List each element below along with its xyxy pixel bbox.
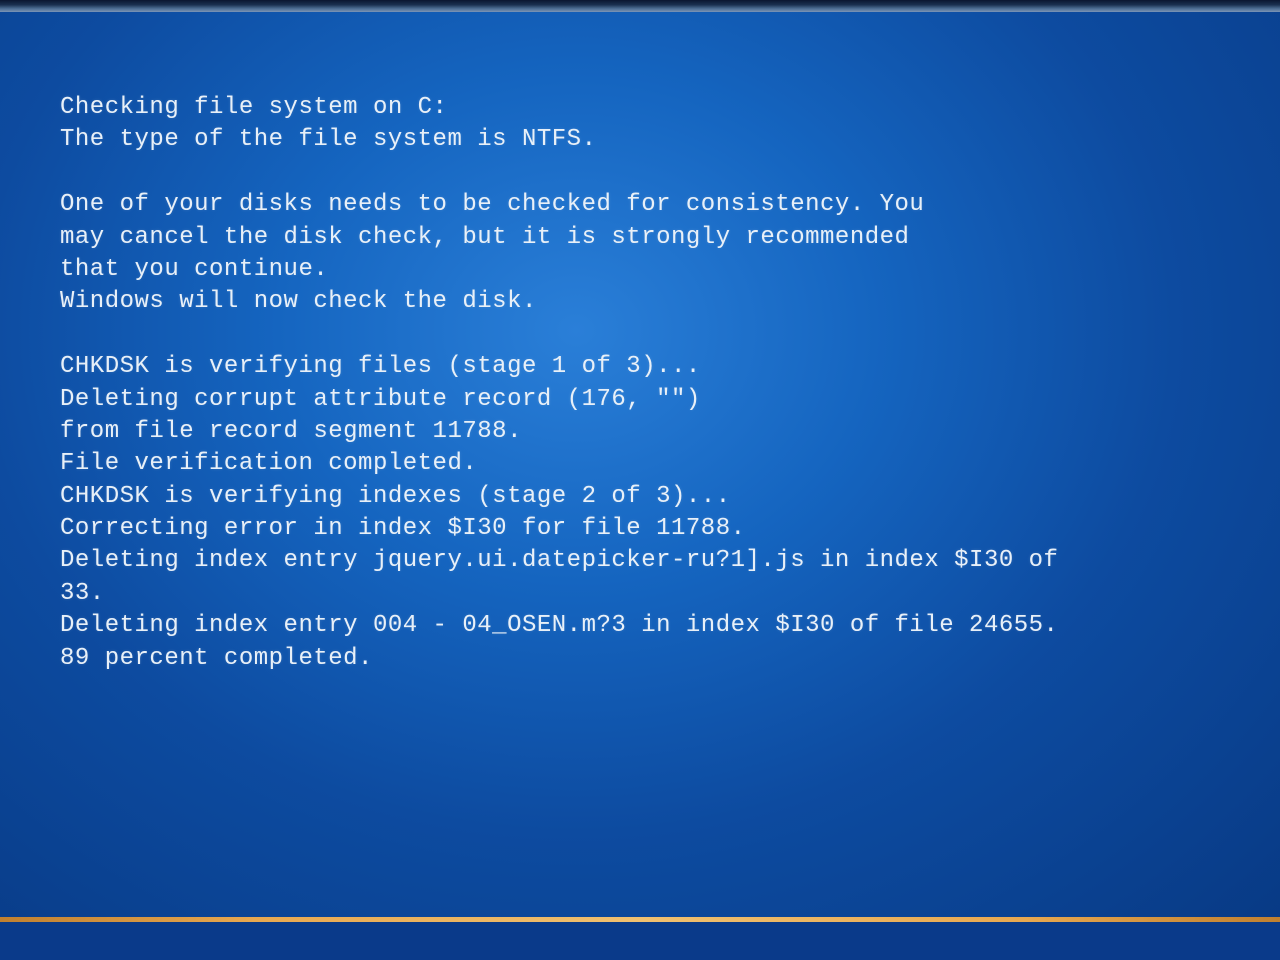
- chkdsk-delete-attr-line: Deleting corrupt attribute record (176, …: [60, 384, 1220, 416]
- chkdsk-verification-done-line: File verification completed.: [60, 448, 1220, 480]
- screen-bottom-edge: [0, 922, 1280, 960]
- chkdsk-fs-type-line: The type of the file system is NTFS.: [60, 124, 1220, 156]
- chkdsk-from-segment-line: from file record segment 11788.: [60, 416, 1220, 448]
- chkdsk-warning-line: One of your disks needs to be checked fo…: [60, 189, 1220, 221]
- chkdsk-stage1-line: CHKDSK is verifying files (stage 1 of 3)…: [60, 351, 1220, 383]
- blank-line: [60, 157, 1220, 189]
- chkdsk-header-line: Checking file system on C:: [60, 92, 1220, 124]
- chkdsk-warning-line: may cancel the disk check, but it is str…: [60, 222, 1220, 254]
- chkdsk-stage2-line: CHKDSK is verifying indexes (stage 2 of …: [60, 481, 1220, 513]
- chkdsk-delete-index-line: Deleting index entry 004 - 04_OSEN.m?3 i…: [60, 610, 1220, 642]
- chkdsk-delete-index-line: Deleting index entry jquery.ui.datepicke…: [60, 545, 1220, 577]
- blank-line: [60, 319, 1220, 351]
- screen-top-edge: [0, 0, 1280, 12]
- chkdsk-delete-index-line: 33.: [60, 578, 1220, 610]
- chkdsk-warning-line: that you continue.: [60, 254, 1220, 286]
- chkdsk-percent-line: 89 percent completed.: [60, 643, 1220, 675]
- chkdsk-correcting-index-line: Correcting error in index $I30 for file …: [60, 513, 1220, 545]
- chkdsk-console-screen: Checking file system on C: The type of t…: [0, 12, 1280, 922]
- chkdsk-check-line: Windows will now check the disk.: [60, 286, 1220, 318]
